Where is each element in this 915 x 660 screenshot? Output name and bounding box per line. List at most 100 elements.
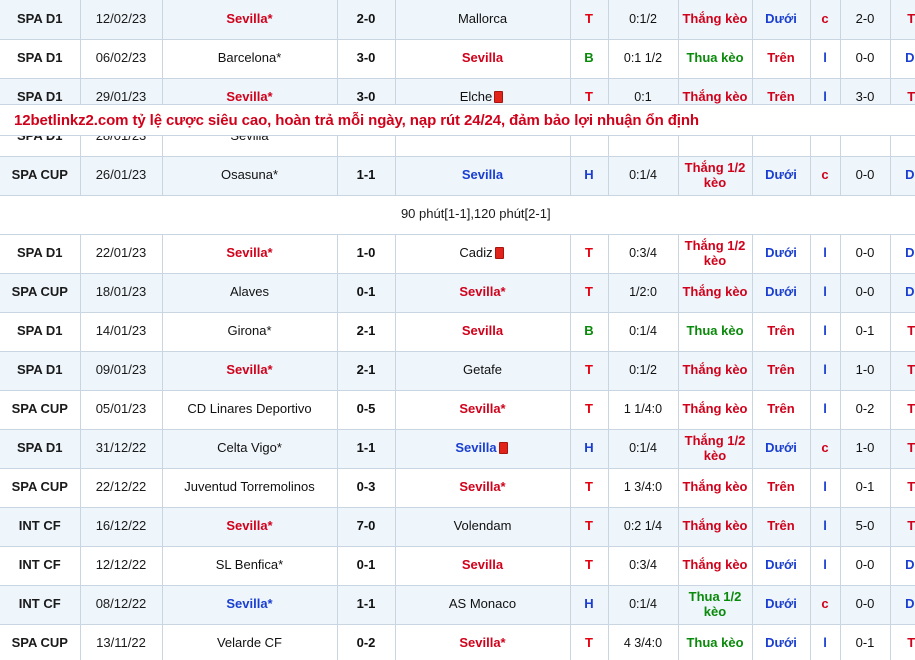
league-badge[interactable]: INT CF (0, 507, 81, 547)
league-badge[interactable]: SPA D1 (0, 351, 81, 391)
away-team-cell[interactable]: Sevilla (395, 546, 571, 586)
home-team-name[interactable]: Alaves (230, 284, 269, 299)
league-badge[interactable]: SPA CUP (0, 273, 81, 313)
away-team-name[interactable]: Elche (460, 89, 493, 104)
league-badge[interactable]: SPA D1 (0, 429, 81, 469)
home-team-cell[interactable]: CD Linares Deportivo (162, 390, 338, 430)
table-row[interactable]: SPA CUP 05/01/23 CD Linares Deportivo 0-5 Se… (0, 390, 915, 430)
league-badge[interactable]: SPA D1 (0, 39, 81, 79)
away-team-cell[interactable]: Sevilla* (395, 273, 571, 313)
home-team-cell[interactable]: Barcelona* (162, 39, 338, 79)
away-team-name[interactable]: Sevilla* (459, 635, 505, 650)
table-row[interactable]: SPA CUP 18/01/23 Alaves 0-1 Sevilla* T 1/2:0 Th… (0, 273, 915, 313)
table-row[interactable]: INT CF 16/12/22 Sevilla* 7-0 Volendam T 0:2 1/… (0, 507, 915, 547)
league-badge[interactable]: SPA CUP (0, 390, 81, 430)
home-team-cell[interactable]: Sevilla* (162, 0, 338, 40)
halftime-score-text: 0-0 (855, 284, 875, 300)
league-badge[interactable]: INT CF (0, 585, 81, 625)
away-team-cell[interactable]: Sevilla (395, 429, 571, 469)
league-badge[interactable]: SPA CUP (0, 624, 81, 660)
away-team-cell[interactable]: Cadiz (395, 234, 571, 274)
handicap-result-text: Thắng 1/2 kèo (684, 432, 746, 463)
handicap-result: Thắng 1/2 kèo (678, 234, 753, 274)
away-team-name[interactable]: Volendam (454, 518, 512, 533)
away-team-cell[interactable]: Mallorca (395, 0, 571, 40)
handicap-result-text: Thắng kèo (682, 557, 748, 573)
home-team-name[interactable]: Barcelona* (218, 50, 282, 65)
table-row[interactable]: SPA D1 22/01/23 Sevilla* 1-0 Cadiz T 0:3/4 Thắn… (0, 234, 915, 274)
home-team-cell[interactable]: Sevilla* (162, 507, 338, 547)
home-team-name[interactable]: Sevilla* (226, 596, 272, 611)
table-row[interactable]: SPA D1 12/02/23 Sevilla* 2-0 Mallorca T 0:1/2 T… (0, 0, 915, 40)
home-team-name[interactable]: SL Benfica* (216, 557, 283, 572)
table-row[interactable]: SPA CUP 13/11/22 Velarde CF 0-2 Sevilla* T 4 3… (0, 624, 915, 660)
away-team-cell[interactable]: Sevilla* (395, 468, 571, 508)
over-under-result-text: Trên (767, 362, 795, 378)
away-team-cell[interactable]: Sevilla* (395, 390, 571, 430)
league-badge[interactable]: SPA D1 (0, 312, 81, 352)
home-team-name[interactable]: Juventud Torremolinos (184, 479, 315, 494)
home-team-cell[interactable]: Sevilla* (162, 585, 338, 625)
promo-banner[interactable]: 12betlinkz2.com tỷ lệ cược siêu cao, hoà… (0, 104, 915, 136)
away-team-cell[interactable]: Sevilla* (395, 624, 571, 660)
match-date: 09/01/23 (80, 351, 163, 391)
table-row[interactable]: INT CF 08/12/22 Sevilla* 1-1 AS Monaco H 0:1/4… (0, 585, 915, 625)
table-row[interactable]: SPA CUP 26/01/23 Osasuna* 1-1 Sevilla H 0:1/4 T… (0, 156, 915, 196)
home-team-name[interactable]: Velarde CF (217, 635, 282, 650)
league-badge[interactable]: SPA CUP (0, 468, 81, 508)
home-team-cell[interactable]: Juventud Torremolinos (162, 468, 338, 508)
away-team-name[interactable]: AS Monaco (449, 596, 516, 611)
home-team-name[interactable]: Celta Vigo* (217, 440, 282, 455)
away-team-name[interactable]: Sevilla (462, 167, 503, 182)
league-badge[interactable]: SPA D1 (0, 0, 81, 40)
away-team-cell[interactable]: AS Monaco (395, 585, 571, 625)
home-team-name[interactable]: Sevilla* (226, 518, 272, 533)
handicap-result: Thắng kèo (678, 273, 753, 313)
table-row[interactable]: SPA D1 14/01/23 Girona* 2-1 Sevilla B 0:1/4 Thu… (0, 312, 915, 352)
handicap-result-text: Thua kèo (686, 323, 744, 339)
away-team-name[interactable]: Sevilla (462, 323, 503, 338)
home-team-name[interactable]: Sevilla* (226, 362, 272, 377)
home-team-name[interactable]: Girona* (227, 323, 271, 338)
away-team-name[interactable]: Sevilla* (459, 401, 505, 416)
away-team-name[interactable]: Sevilla* (459, 284, 505, 299)
home-team-name[interactable]: Sevilla* (226, 89, 272, 104)
match-result-text: B (584, 50, 594, 66)
away-team-name[interactable]: Cadiz (459, 245, 492, 260)
away-team-cell[interactable]: Sevilla (395, 39, 571, 79)
home-team-name[interactable]: CD Linares Deportivo (187, 401, 311, 416)
home-team-cell[interactable]: Alaves (162, 273, 338, 313)
table-row[interactable]: SPA D1 31/12/22 Celta Vigo* 1-1 Sevilla H 0:1/… (0, 429, 915, 469)
home-team-name[interactable]: Osasuna* (221, 167, 278, 182)
away-team-cell[interactable]: Getafe (395, 351, 571, 391)
away-team-name[interactable]: Sevilla (462, 557, 503, 572)
away-team-cell[interactable]: Volendam (395, 507, 571, 547)
halftime-score: 0-1 (840, 312, 891, 352)
over-under-result-text: Trên (767, 323, 795, 339)
table-row[interactable]: SPA D1 09/01/23 Sevilla* 2-1 Getafe T 0:1/2 Thắ… (0, 351, 915, 391)
table-row[interactable]: SPA CUP 22/12/22 Juventud Torremolinos 0-3 S… (0, 468, 915, 508)
home-team-cell[interactable]: Sevilla* (162, 234, 338, 274)
away-team-name[interactable]: Getafe (463, 362, 502, 377)
home-team-cell[interactable]: Osasuna* (162, 156, 338, 196)
home-team-cell[interactable]: Sevilla* (162, 351, 338, 391)
home-team-name[interactable]: Sevilla* (226, 245, 272, 260)
away-team-name[interactable]: Sevilla (462, 50, 503, 65)
home-team-name[interactable]: Sevilla* (226, 11, 272, 26)
home-team-cell[interactable]: Girona* (162, 312, 338, 352)
league-badge-label: SPA D1 (16, 323, 63, 339)
league-badge[interactable]: SPA D1 (0, 234, 81, 274)
table-row[interactable]: SPA D1 06/02/23 Barcelona* 3-0 Sevilla B 0:1 1… (0, 39, 915, 79)
league-badge[interactable]: SPA CUP (0, 156, 81, 196)
home-team-cell[interactable]: SL Benfica* (162, 546, 338, 586)
home-team-cell[interactable]: Celta Vigo* (162, 429, 338, 469)
match-history-page: SPA D1 12/02/23 Sevilla* 2-0 Mallorca T 0:1/2 T… (0, 0, 915, 660)
away-team-name[interactable]: Sevilla* (459, 479, 505, 494)
away-team-name[interactable]: Mallorca (458, 11, 507, 26)
away-team-cell[interactable]: Sevilla (395, 156, 571, 196)
league-badge[interactable]: INT CF (0, 546, 81, 586)
table-row[interactable]: INT CF 12/12/22 SL Benfica* 0-1 Sevilla T 0:3/… (0, 546, 915, 586)
home-team-cell[interactable]: Velarde CF (162, 624, 338, 660)
away-team-name[interactable]: Sevilla (455, 440, 496, 455)
away-team-cell[interactable]: Sevilla (395, 312, 571, 352)
